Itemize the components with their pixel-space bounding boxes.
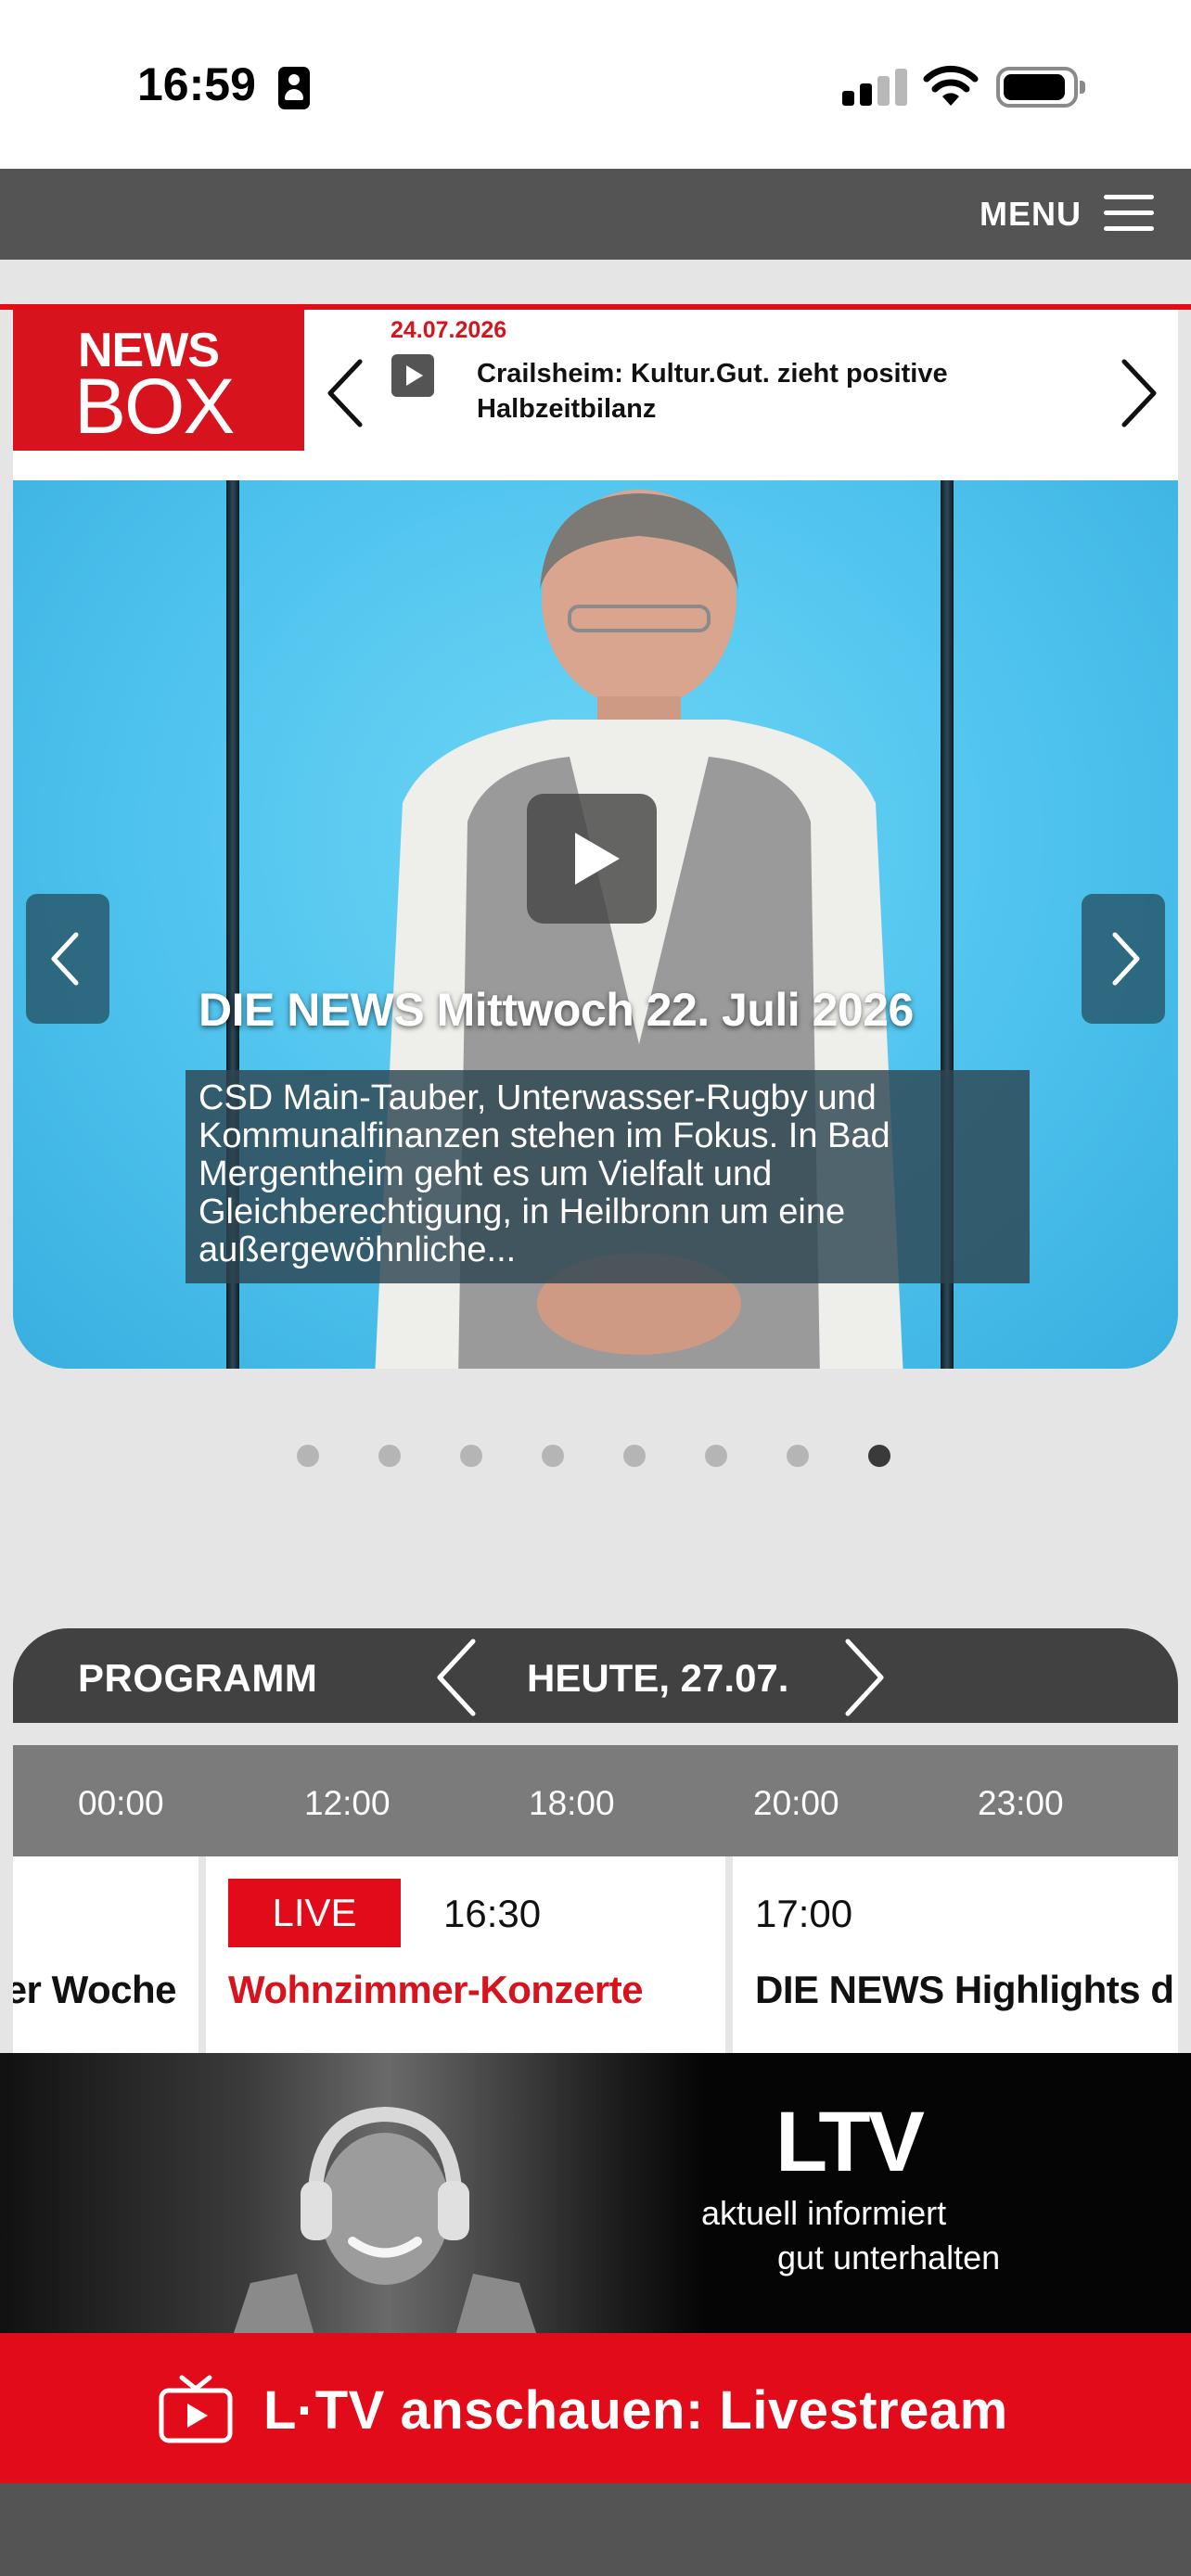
top-navigation: MENU bbox=[0, 169, 1191, 260]
chevron-right-icon bbox=[1112, 932, 1140, 986]
slider-dot[interactable] bbox=[623, 1445, 646, 1467]
hero-next-button[interactable] bbox=[1082, 894, 1165, 1024]
programm-header: PROGRAMM HEUTE, 27.07. bbox=[13, 1628, 1178, 1723]
slider-dot[interactable] bbox=[460, 1445, 482, 1467]
time-label: 20:00 bbox=[753, 1784, 839, 1822]
livestream-label: L·TV anschauen: Livestream bbox=[263, 2380, 1008, 2441]
ltv-logo: LTV bbox=[775, 2099, 925, 2185]
time-label: 00:00 bbox=[78, 1784, 164, 1822]
chevron-right-icon[interactable] bbox=[839, 1638, 890, 1717]
programm-title: PROGRAMM bbox=[78, 1656, 318, 1700]
newsbox-ticker: NEWS BOX 24.07.2026 Crailsheim: Kultur.G… bbox=[13, 310, 1178, 480]
slider-dot-active[interactable] bbox=[868, 1445, 890, 1467]
chevron-right-icon[interactable] bbox=[1117, 358, 1161, 428]
slider-dot[interactable] bbox=[787, 1445, 809, 1467]
programm-date: HEUTE, 27.07. bbox=[527, 1656, 789, 1700]
time-label: 23:00 bbox=[978, 1784, 1064, 1822]
time-label: 12:00 bbox=[304, 1784, 391, 1822]
status-time: 16:59 bbox=[137, 58, 256, 110]
hamburger-menu-icon[interactable] bbox=[1104, 191, 1154, 236]
slider-dot[interactable] bbox=[705, 1445, 727, 1467]
live-badge: LIVE bbox=[228, 1879, 401, 1947]
program-title: er Woche bbox=[13, 1968, 177, 2011]
menu-label[interactable]: MENU bbox=[980, 195, 1082, 234]
play-icon[interactable] bbox=[391, 354, 434, 397]
chevron-left-icon[interactable] bbox=[323, 358, 367, 428]
news-date: 24.07.2026 bbox=[391, 317, 507, 343]
slider-dot[interactable] bbox=[378, 1445, 401, 1467]
program-slot[interactable]: er Woche bbox=[13, 1856, 198, 2053]
newsbox-logo: NEWS BOX bbox=[13, 310, 304, 451]
program-time: 17:00 bbox=[755, 1892, 853, 1935]
program-time: 16:30 bbox=[443, 1892, 542, 1935]
livestream-button[interactable]: L·TV anschauen: Livestream bbox=[0, 2333, 1191, 2483]
banner-tagline-2: gut unterhalten bbox=[777, 2238, 1001, 2276]
ltv-logo-text: LTV bbox=[775, 2095, 925, 2189]
woman-with-headphones-image bbox=[234, 2106, 536, 2333]
hero-description-box: CSD Main-Tauber, Unterwasser-Rugby und K… bbox=[186, 1070, 1030, 1283]
hero-play-button[interactable] bbox=[527, 794, 657, 924]
program-title: DIE NEWS Highlights d bbox=[755, 1968, 1174, 2011]
program-title: Wohnzimmer-Konzerte bbox=[228, 1968, 644, 2011]
slider-pagination bbox=[297, 1445, 900, 1467]
status-bar: 16:59 bbox=[0, 0, 1191, 169]
cellular-signal-icon bbox=[842, 69, 907, 106]
chevron-left-icon bbox=[51, 932, 79, 986]
bottom-bar bbox=[0, 2483, 1191, 2576]
program-slot[interactable]: 17:00 DIE NEWS Highlights d bbox=[733, 1856, 1178, 2053]
tv-icon bbox=[159, 2375, 233, 2443]
portrait-lock-icon bbox=[278, 67, 310, 109]
time-label: 18:00 bbox=[529, 1784, 615, 1822]
slider-dot[interactable] bbox=[297, 1445, 319, 1467]
chevron-left-icon[interactable] bbox=[430, 1638, 482, 1717]
programm-schedule: er Woche LIVE 16:30 Wohnzimmer-Konzerte … bbox=[13, 1856, 1178, 2053]
slider-dot[interactable] bbox=[542, 1445, 564, 1467]
battery-icon bbox=[996, 67, 1085, 108]
programm-timeline[interactable]: 00:00 12:00 18:00 20:00 23:00 bbox=[13, 1745, 1178, 1856]
hero-title[interactable]: DIE NEWS Mittwoch 22. Juli 2026 bbox=[198, 983, 914, 1037]
program-slot-live[interactable]: LIVE 16:30 Wohnzimmer-Konzerte bbox=[206, 1856, 725, 2053]
hero-description: CSD Main-Tauber, Unterwasser-Rugby und K… bbox=[198, 1078, 890, 1269]
banner-tagline-1: aktuell informiert bbox=[701, 2194, 947, 2232]
ltv-promo-banner[interactable]: LTV aktuell informiert gut unterhalten bbox=[0, 2053, 1191, 2333]
newsbox-logo-line2: BOX bbox=[74, 363, 235, 450]
hero-slider[interactable]: DIE NEWS Mittwoch 22. Juli 2026 CSD Main… bbox=[13, 480, 1178, 1369]
wifi-icon bbox=[923, 65, 979, 106]
news-headline[interactable]: Crailsheim: Kultur.Gut. zieht positive H… bbox=[477, 356, 1070, 427]
hero-prev-button[interactable] bbox=[26, 894, 109, 1024]
